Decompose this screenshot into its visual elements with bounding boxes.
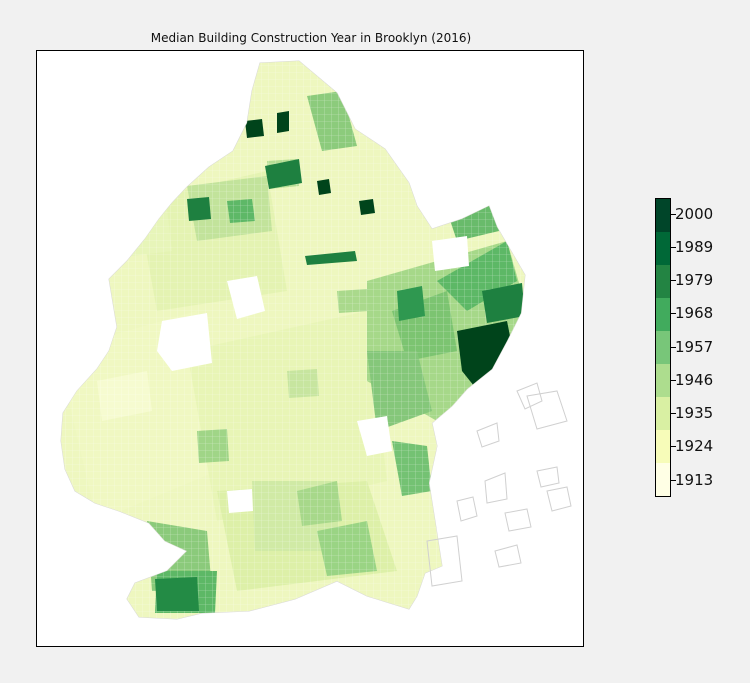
colorbar-segment bbox=[656, 331, 670, 364]
colorbar-tick-label: 1989 bbox=[675, 238, 714, 256]
colorbar-tick-label: 1935 bbox=[675, 404, 714, 422]
colorbar-segment bbox=[656, 364, 670, 397]
jamaica-bay-islands bbox=[426, 382, 572, 587]
map-panel bbox=[36, 50, 584, 647]
colorbar-tick-label: 1979 bbox=[675, 271, 714, 289]
colorbar-segment bbox=[656, 397, 670, 430]
brooklyn-map bbox=[60, 60, 572, 620]
colorbar-segment bbox=[656, 199, 670, 232]
colorbar-tick-label: 1946 bbox=[675, 371, 714, 389]
colorbar-tick-label: 1957 bbox=[675, 338, 714, 356]
chart-title: Median Building Construction Year in Bro… bbox=[150, 31, 472, 45]
colorbar-tick-label: 1924 bbox=[675, 437, 714, 455]
colorbar-tick-label: 1968 bbox=[675, 304, 714, 322]
colorbar-tick-label: 2000 bbox=[675, 205, 714, 223]
colorbar-tick-label: 1913 bbox=[675, 471, 714, 489]
colorbar-segment bbox=[656, 265, 670, 298]
colorbar-segment bbox=[656, 463, 670, 496]
colorbar-segment bbox=[656, 298, 670, 331]
colorbar-segment bbox=[656, 232, 670, 265]
colorbar bbox=[655, 198, 671, 497]
colorbar-segment bbox=[656, 430, 670, 463]
